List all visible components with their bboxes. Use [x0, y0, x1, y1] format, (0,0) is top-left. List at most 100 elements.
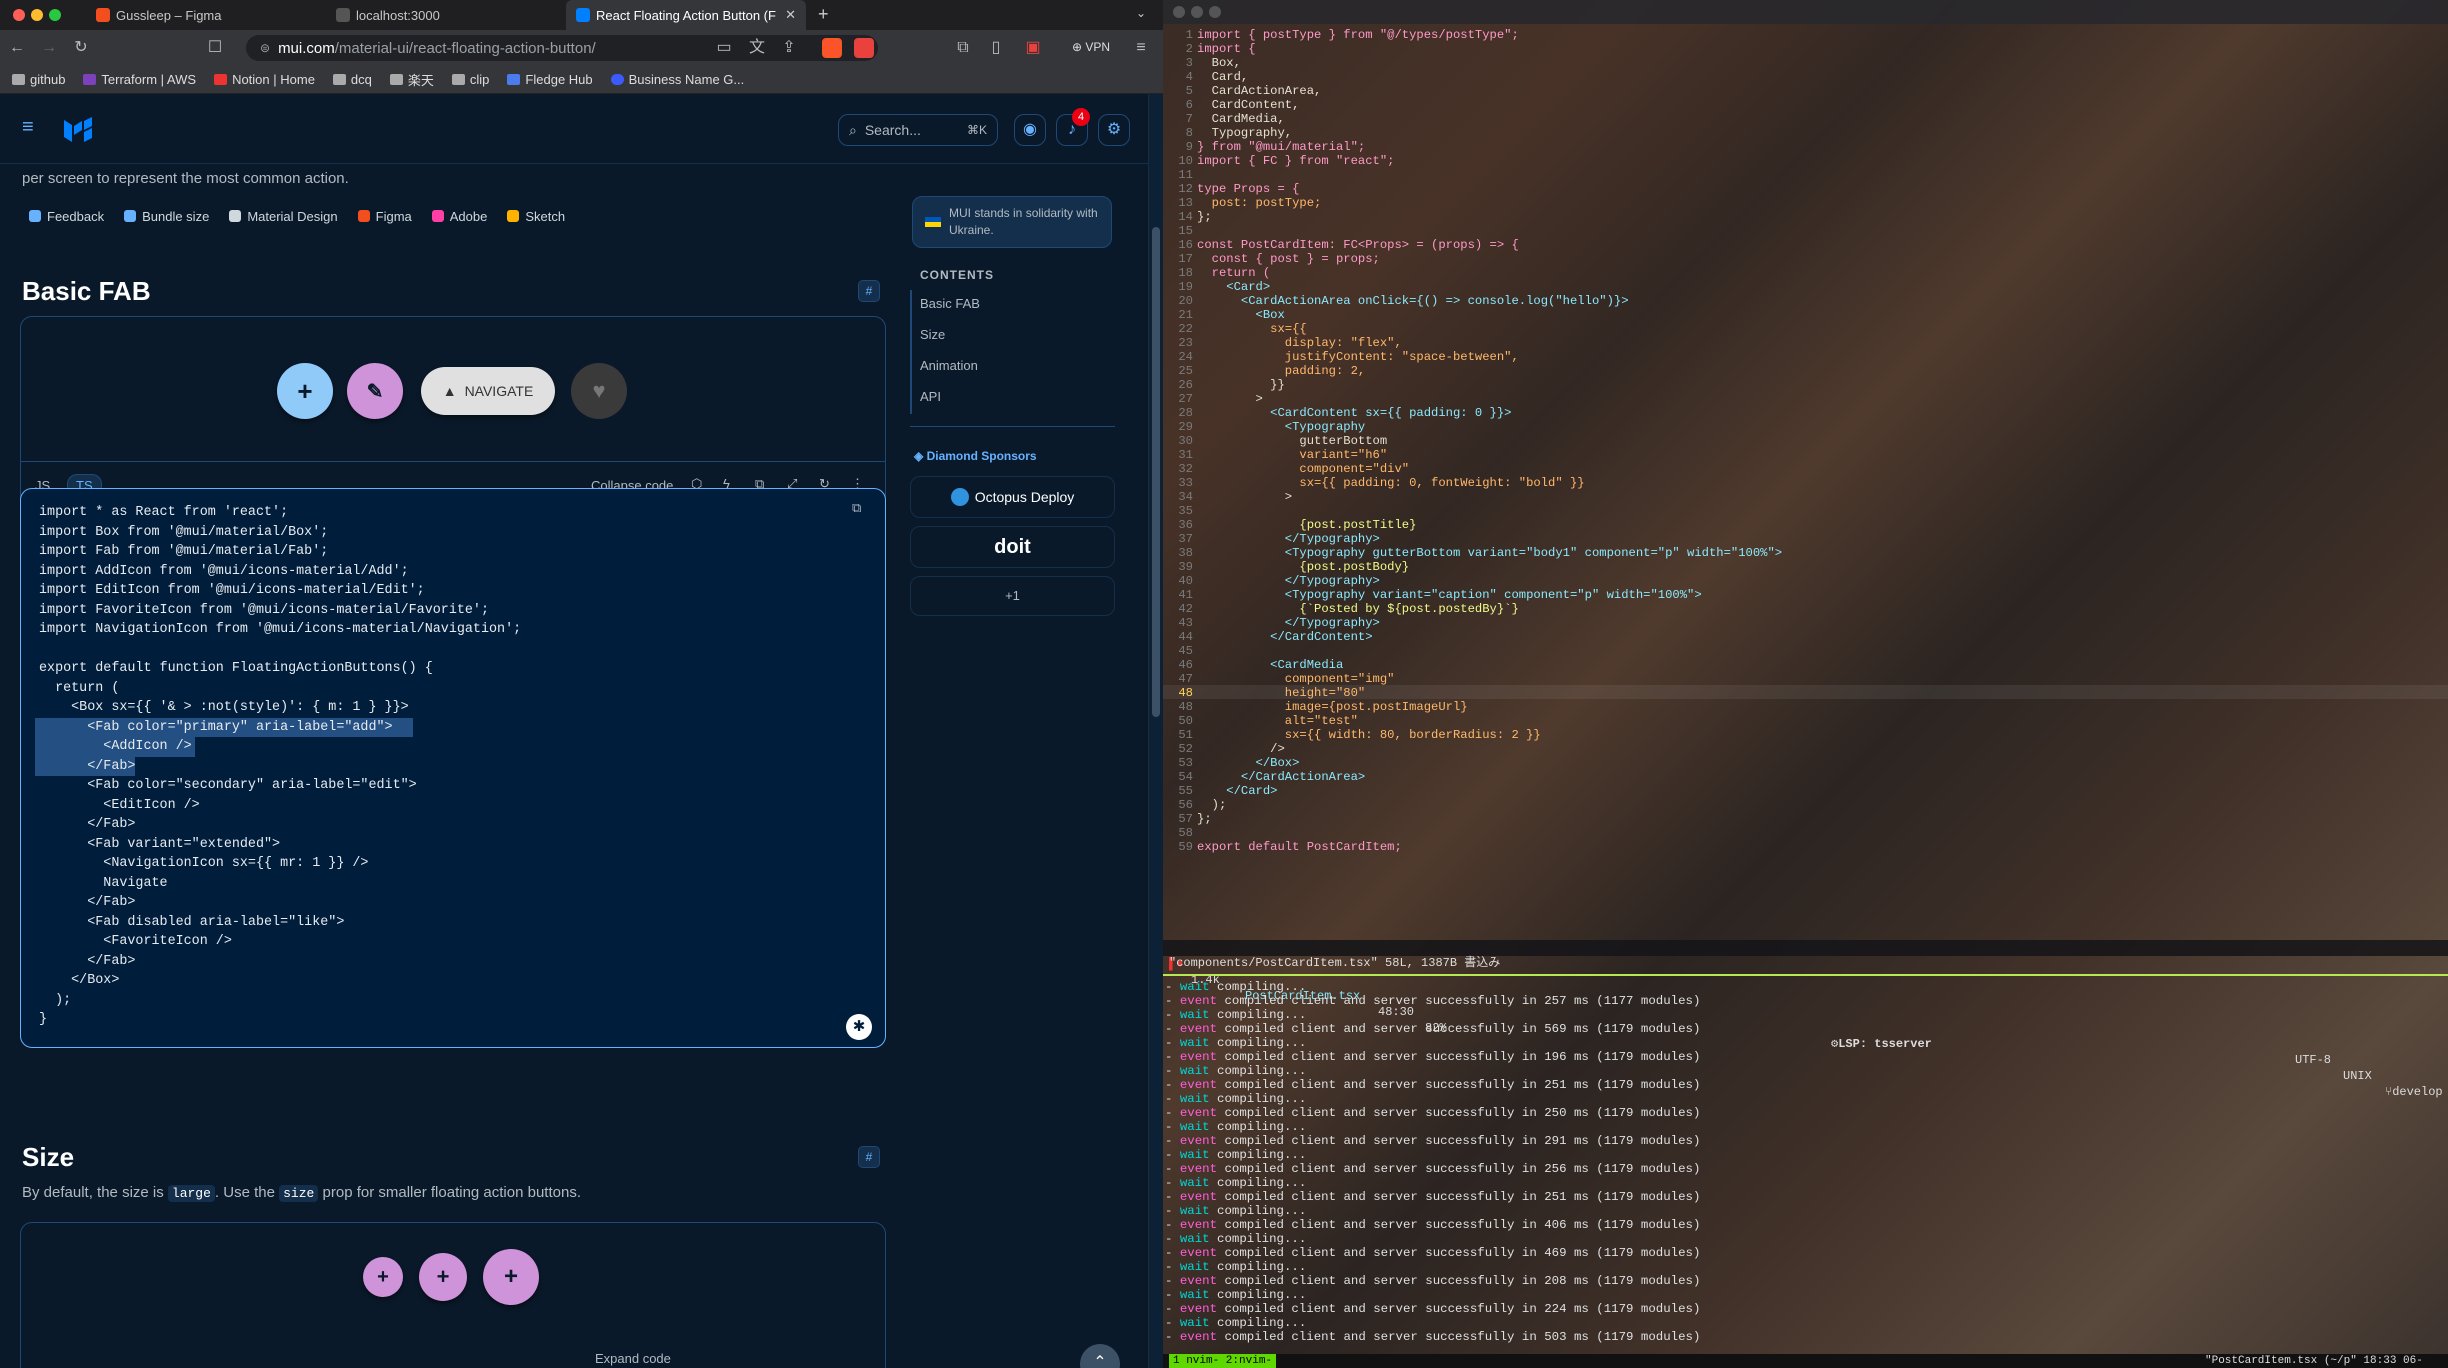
code-line: import AddIcon from '@mui/icons-material… — [39, 563, 409, 579]
copy-code-icon[interactable]: ⧉ — [852, 500, 861, 516]
site-info-icon[interactable]: ⊜ — [260, 41, 270, 55]
medium-add-fab[interactable]: + — [419, 1253, 467, 1301]
more-sponsors-button[interactable]: +1 — [910, 576, 1115, 616]
editor-code-line: CardContent, — [1197, 98, 1300, 112]
editor-code-line: </CardActionArea> — [1197, 770, 1366, 784]
terminal-line: - event compiled client and server succe… — [1165, 1162, 2445, 1176]
editor-code-line: import { FC } from "react"; — [1197, 154, 1395, 168]
editor-code-line: alt="test" — [1197, 714, 1358, 728]
vpn-button[interactable]: ⊕ VPN — [1072, 40, 1110, 54]
doit-sponsor[interactable]: doit — [910, 526, 1115, 568]
adobe-chip[interactable]: Adobe — [425, 204, 495, 228]
navigate-fab[interactable]: ▲ NAVIGATE — [421, 367, 555, 415]
browser-scrollbar[interactable] — [1148, 94, 1163, 1368]
navigate-label: NAVIGATE — [464, 383, 534, 399]
line-number: 56 — [1178, 798, 1193, 812]
close-window-button[interactable] — [1173, 6, 1185, 18]
editor-code-line: ); — [1197, 798, 1227, 812]
pane-divider[interactable] — [1163, 974, 2448, 976]
bookmark-fledge-hub[interactable]: Fledge Hub — [507, 72, 593, 87]
wallet-icon[interactable]: ▣ — [1024, 39, 1042, 57]
bookmark-business-name[interactable]: Business Name G... — [610, 72, 744, 87]
log-level: event — [1179, 1106, 1218, 1120]
menu-icon[interactable]: ≡ — [1132, 39, 1150, 57]
size-desc-text: By default, the size is — [22, 1184, 168, 1201]
forward-icon[interactable]: → — [40, 39, 58, 57]
cast-icon[interactable]: ▭ — [715, 39, 733, 57]
material-design-chip[interactable]: Material Design — [222, 204, 344, 228]
bookmark-rakuten[interactable]: 楽天 — [389, 70, 434, 89]
minimize-window-button[interactable] — [1191, 6, 1203, 18]
sketch-chip[interactable]: Sketch — [500, 204, 572, 228]
ukraine-banner[interactable]: MUI stands in solidarity with Ukraine. — [912, 196, 1112, 248]
github-icon[interactable]: ◉ — [1014, 114, 1046, 146]
bookmark-icon[interactable]: ☐ — [206, 39, 224, 57]
expand-code-button[interactable]: Expand code — [595, 1351, 671, 1366]
brave-shields-icon[interactable] — [822, 38, 842, 58]
line-number: 20 — [1178, 294, 1193, 308]
editor-code-line: </Typography> — [1197, 616, 1380, 630]
edit-fab[interactable]: ✎ — [347, 363, 403, 419]
toc-heading: CONTENTS — [920, 268, 994, 282]
tab-mui-fab[interactable]: React Floating Action Button (F ✕ — [566, 0, 806, 30]
ai-helper-icon[interactable]: ✱ — [846, 1014, 872, 1040]
section-link-icon[interactable]: # — [858, 1146, 880, 1168]
toc-item-size[interactable]: Size — [920, 327, 945, 342]
tab-localhost[interactable]: localhost:3000 — [326, 0, 566, 30]
new-tab-button[interactable]: + — [818, 4, 829, 25]
toc-item-basic-fab[interactable]: Basic FAB — [920, 296, 980, 311]
translate-icon[interactable]: 文 — [748, 39, 766, 57]
bookmark-github[interactable]: github — [12, 72, 65, 87]
tab-figma[interactable]: Gussleep – Figma — [86, 0, 326, 30]
tab-list-chevron-icon[interactable]: ⌄ — [1136, 6, 1146, 20]
log-level: wait — [1179, 1316, 1210, 1330]
line-number: 31 — [1178, 448, 1193, 462]
terminal-output[interactable]: - wait compiling... - event compiled clie… — [1165, 980, 2445, 1344]
code-block[interactable]: import * as React from 'react'; import Bo… — [20, 488, 886, 1048]
zoom-window-button[interactable] — [49, 9, 61, 21]
figma-chip[interactable]: Figma — [351, 204, 419, 228]
close-tab-icon[interactable]: ✕ — [785, 7, 796, 23]
add-fab[interactable]: + — [277, 363, 333, 419]
mui-icon — [576, 8, 590, 22]
hamburger-menu-icon[interactable]: ≡ — [22, 116, 34, 139]
toc-item-api[interactable]: API — [920, 389, 941, 404]
sponsors-label: Diamond Sponsors — [926, 449, 1037, 463]
small-add-fab[interactable]: + — [363, 1257, 403, 1297]
log-level: wait — [1179, 1176, 1210, 1190]
line-number: 44 — [1178, 630, 1193, 644]
editor-code-line: </CardContent> — [1197, 630, 1373, 644]
bookmark-dcq[interactable]: dcq — [332, 72, 372, 87]
feedback-chip[interactable]: Feedback — [22, 204, 111, 228]
section-link-icon[interactable]: # — [858, 280, 880, 302]
back-icon[interactable]: ← — [8, 39, 26, 57]
line-prefix: - — [1165, 1330, 1180, 1344]
log-message: compiled client and server successfully … — [1217, 1162, 1701, 1176]
minimize-window-button[interactable] — [31, 9, 43, 21]
bookmark-notion[interactable]: Notion | Home — [214, 72, 315, 87]
editor-code-line: type Props = { — [1197, 182, 1300, 196]
brave-rewards-icon[interactable] — [854, 38, 874, 58]
business-icon — [610, 74, 624, 85]
bookmark-clip[interactable]: clip — [451, 72, 489, 87]
close-window-button[interactable] — [13, 9, 25, 21]
sidebar-icon[interactable]: ▯ — [987, 39, 1005, 57]
octopus-deploy-sponsor[interactable]: Octopus Deploy — [910, 476, 1115, 518]
scroll-top-chevron-up-icon[interactable]: ⌃ — [1080, 1344, 1120, 1368]
reload-icon[interactable]: ↻ — [72, 39, 90, 57]
bundle-size-chip[interactable]: Bundle size — [117, 204, 216, 228]
zoom-window-button[interactable] — [1209, 6, 1221, 18]
tmux-window-list[interactable]: 1 nvim- 2:nvim- — [1169, 1354, 1277, 1368]
large-add-fab[interactable]: + — [483, 1249, 539, 1305]
log-message: compiling... — [1209, 1204, 1307, 1218]
nvim-editor-pane[interactable]: 1 import { postType } from "@/types/postT… — [1163, 24, 2448, 940]
bookmark-terraform[interactable]: Terraform | AWS — [83, 72, 196, 87]
extensions-icon[interactable]: ⧉ — [954, 39, 972, 57]
share-icon[interactable]: ⇪ — [780, 39, 798, 57]
scrollbar-thumb[interactable] — [1152, 227, 1160, 717]
line-number: 8 — [1185, 126, 1193, 140]
toc-item-animation[interactable]: Animation — [920, 358, 978, 373]
search-button[interactable]: ⌕ Search... ⌘K — [838, 114, 998, 146]
settings-gear-icon[interactable]: ⚙ — [1098, 114, 1130, 146]
mui-logo-icon[interactable] — [62, 116, 96, 144]
